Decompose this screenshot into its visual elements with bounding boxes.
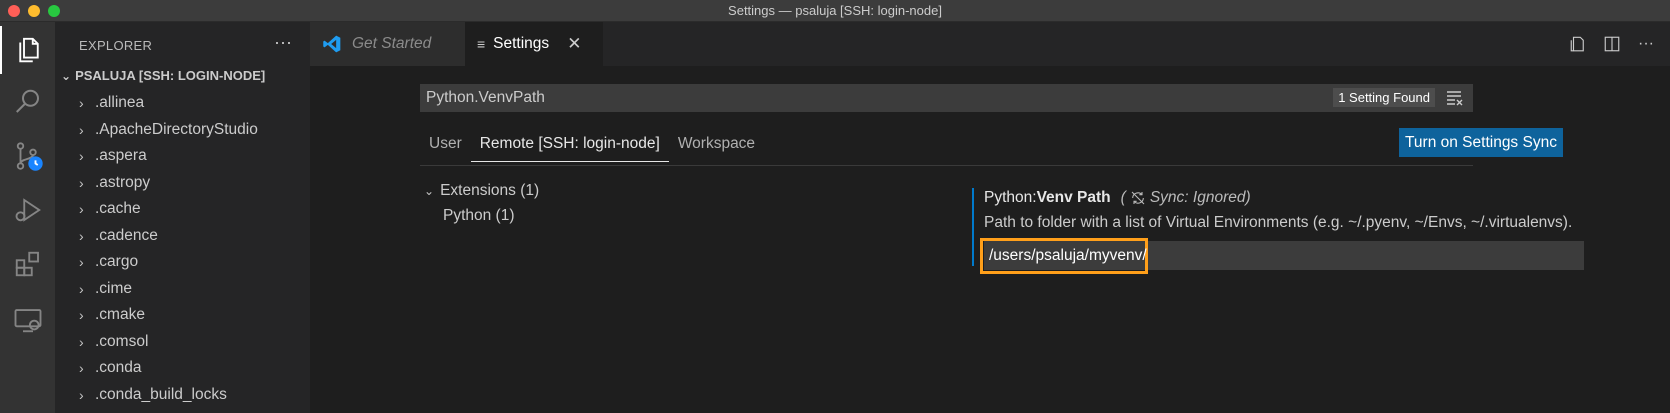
chevron-right-icon: › [79, 227, 84, 244]
chevron-down-icon: ⌄ [61, 68, 72, 83]
settings-scope-tabs: User Remote [SSH: login-node] Workspace [420, 126, 764, 164]
tab-remote[interactable]: Remote [SSH: login-node] [470, 126, 669, 162]
file-tree: › .allinea › .ApacheDirectoryStudio › .aspe… [55, 90, 310, 408]
explorer-header: EXPLORER [79, 38, 153, 53]
vscode-logo-icon [323, 35, 341, 53]
activity-bar [0, 22, 55, 413]
settings-editor: Python.VenvPath 1 Setting Found User Rem… [310, 66, 1670, 413]
tree-item[interactable]: › .cime [55, 276, 310, 303]
chevron-right-icon: › [79, 333, 84, 350]
tab-get-started[interactable]: Get Started [310, 22, 465, 66]
toc-item-python[interactable]: Python (1) [424, 203, 539, 228]
settings-toc: ⌄ Extensions (1) Python (1) [424, 178, 539, 228]
chevron-right-icon: › [79, 174, 84, 191]
chevron-right-icon: › [79, 386, 84, 403]
source-control-icon[interactable] [0, 132, 55, 180]
settings-search-input[interactable]: Python.VenvPath 1 Setting Found [420, 84, 1473, 112]
tree-item[interactable]: › .ApacheDirectoryStudio [55, 117, 310, 144]
chevron-right-icon: › [79, 360, 84, 377]
close-icon[interactable]: ✕ [567, 34, 581, 54]
venv-path-input[interactable]: /users/psaluja/myvenv/ [980, 238, 1584, 274]
more-actions-icon[interactable]: ··· [274, 32, 292, 53]
chevron-right-icon: › [79, 148, 84, 165]
tree-item[interactable]: › .conda [55, 355, 310, 382]
sync-ignored-note: ( Sync: Ignored) [1120, 189, 1251, 206]
editor-actions: ··· [1568, 34, 1656, 54]
sync-ignored-icon [1131, 191, 1145, 205]
tree-item[interactable]: › .cadence [55, 223, 310, 250]
workspace-root[interactable]: ⌄ PSALUJA [SSH: LOGIN-NODE] [61, 68, 265, 83]
setting-title: Python: Venv Path ( Sync: Ignored) [984, 186, 1624, 210]
workspace-root-label: PSALUJA [SSH: LOGIN-NODE] [75, 68, 266, 83]
tab-get-started-label: Get Started [352, 35, 432, 52]
chevron-right-icon: › [79, 95, 84, 112]
tab-settings-label: Settings [493, 35, 550, 52]
tree-item[interactable]: › .comsol [55, 329, 310, 356]
window-title: Settings — psaluja [SSH: login-node] [728, 3, 942, 18]
tree-item[interactable]: › .allinea [55, 90, 310, 117]
divider [420, 165, 1473, 166]
tab-settings[interactable]: ≡ Settings ✕ [465, 22, 603, 66]
tree-item[interactable]: › .conda_build_locks [55, 382, 310, 409]
setting-name: Venv Path [1036, 189, 1111, 206]
chevron-down-icon: ⌄ [424, 183, 435, 198]
explorer-sidebar: EXPLORER ··· ⌄ PSALUJA [SSH: LOGIN-NODE]… [55, 22, 310, 413]
tree-item[interactable]: › .aspera [55, 143, 310, 170]
split-editor-icon[interactable] [1602, 34, 1622, 54]
tab-workspace[interactable]: Workspace [669, 126, 764, 162]
chevron-right-icon: › [79, 121, 84, 138]
settings-sync-button[interactable]: Turn on Settings Sync [1399, 128, 1563, 157]
setting-category: Python: [984, 189, 1037, 206]
settings-file-icon: ≡ [477, 36, 486, 52]
chevron-right-icon: › [79, 201, 84, 218]
setting-focus-indicator [972, 188, 974, 266]
venv-path-value[interactable]: /users/psaluja/myvenv/ [980, 238, 1148, 274]
toc-item-extensions[interactable]: ⌄ Extensions (1) [424, 178, 539, 203]
tree-item[interactable]: › .cargo [55, 249, 310, 276]
setting-python-venv-path: Python: Venv Path ( Sync: Ignored) Path … [980, 186, 1624, 274]
run-debug-icon[interactable] [0, 186, 55, 234]
clear-filter-icon[interactable] [1445, 89, 1465, 107]
chevron-right-icon: › [79, 307, 84, 324]
tab-user[interactable]: User [420, 126, 471, 162]
editor-tabs: Get Started ≡ Settings ✕ ··· [310, 22, 1670, 66]
search-icon[interactable] [0, 78, 55, 126]
chevron-right-icon: › [79, 280, 84, 297]
results-count-badge: 1 Setting Found [1333, 88, 1435, 107]
extensions-icon[interactable] [0, 240, 55, 288]
tree-item[interactable]: › .astropy [55, 170, 310, 197]
tree-item[interactable]: › .cache [55, 196, 310, 223]
tree-item[interactable]: › .cmake [55, 302, 310, 329]
more-actions-icon[interactable]: ··· [1636, 34, 1656, 54]
remote-explorer-icon[interactable] [0, 296, 55, 344]
open-settings-json-icon[interactable] [1568, 34, 1588, 54]
chevron-right-icon: › [79, 254, 84, 271]
explorer-icon[interactable] [0, 26, 55, 74]
title-bar: Settings — psaluja [SSH: login-node] [0, 0, 1670, 22]
search-value: Python.VenvPath [426, 89, 545, 106]
setting-description: Path to folder with a list of Virtual En… [984, 214, 1573, 231]
